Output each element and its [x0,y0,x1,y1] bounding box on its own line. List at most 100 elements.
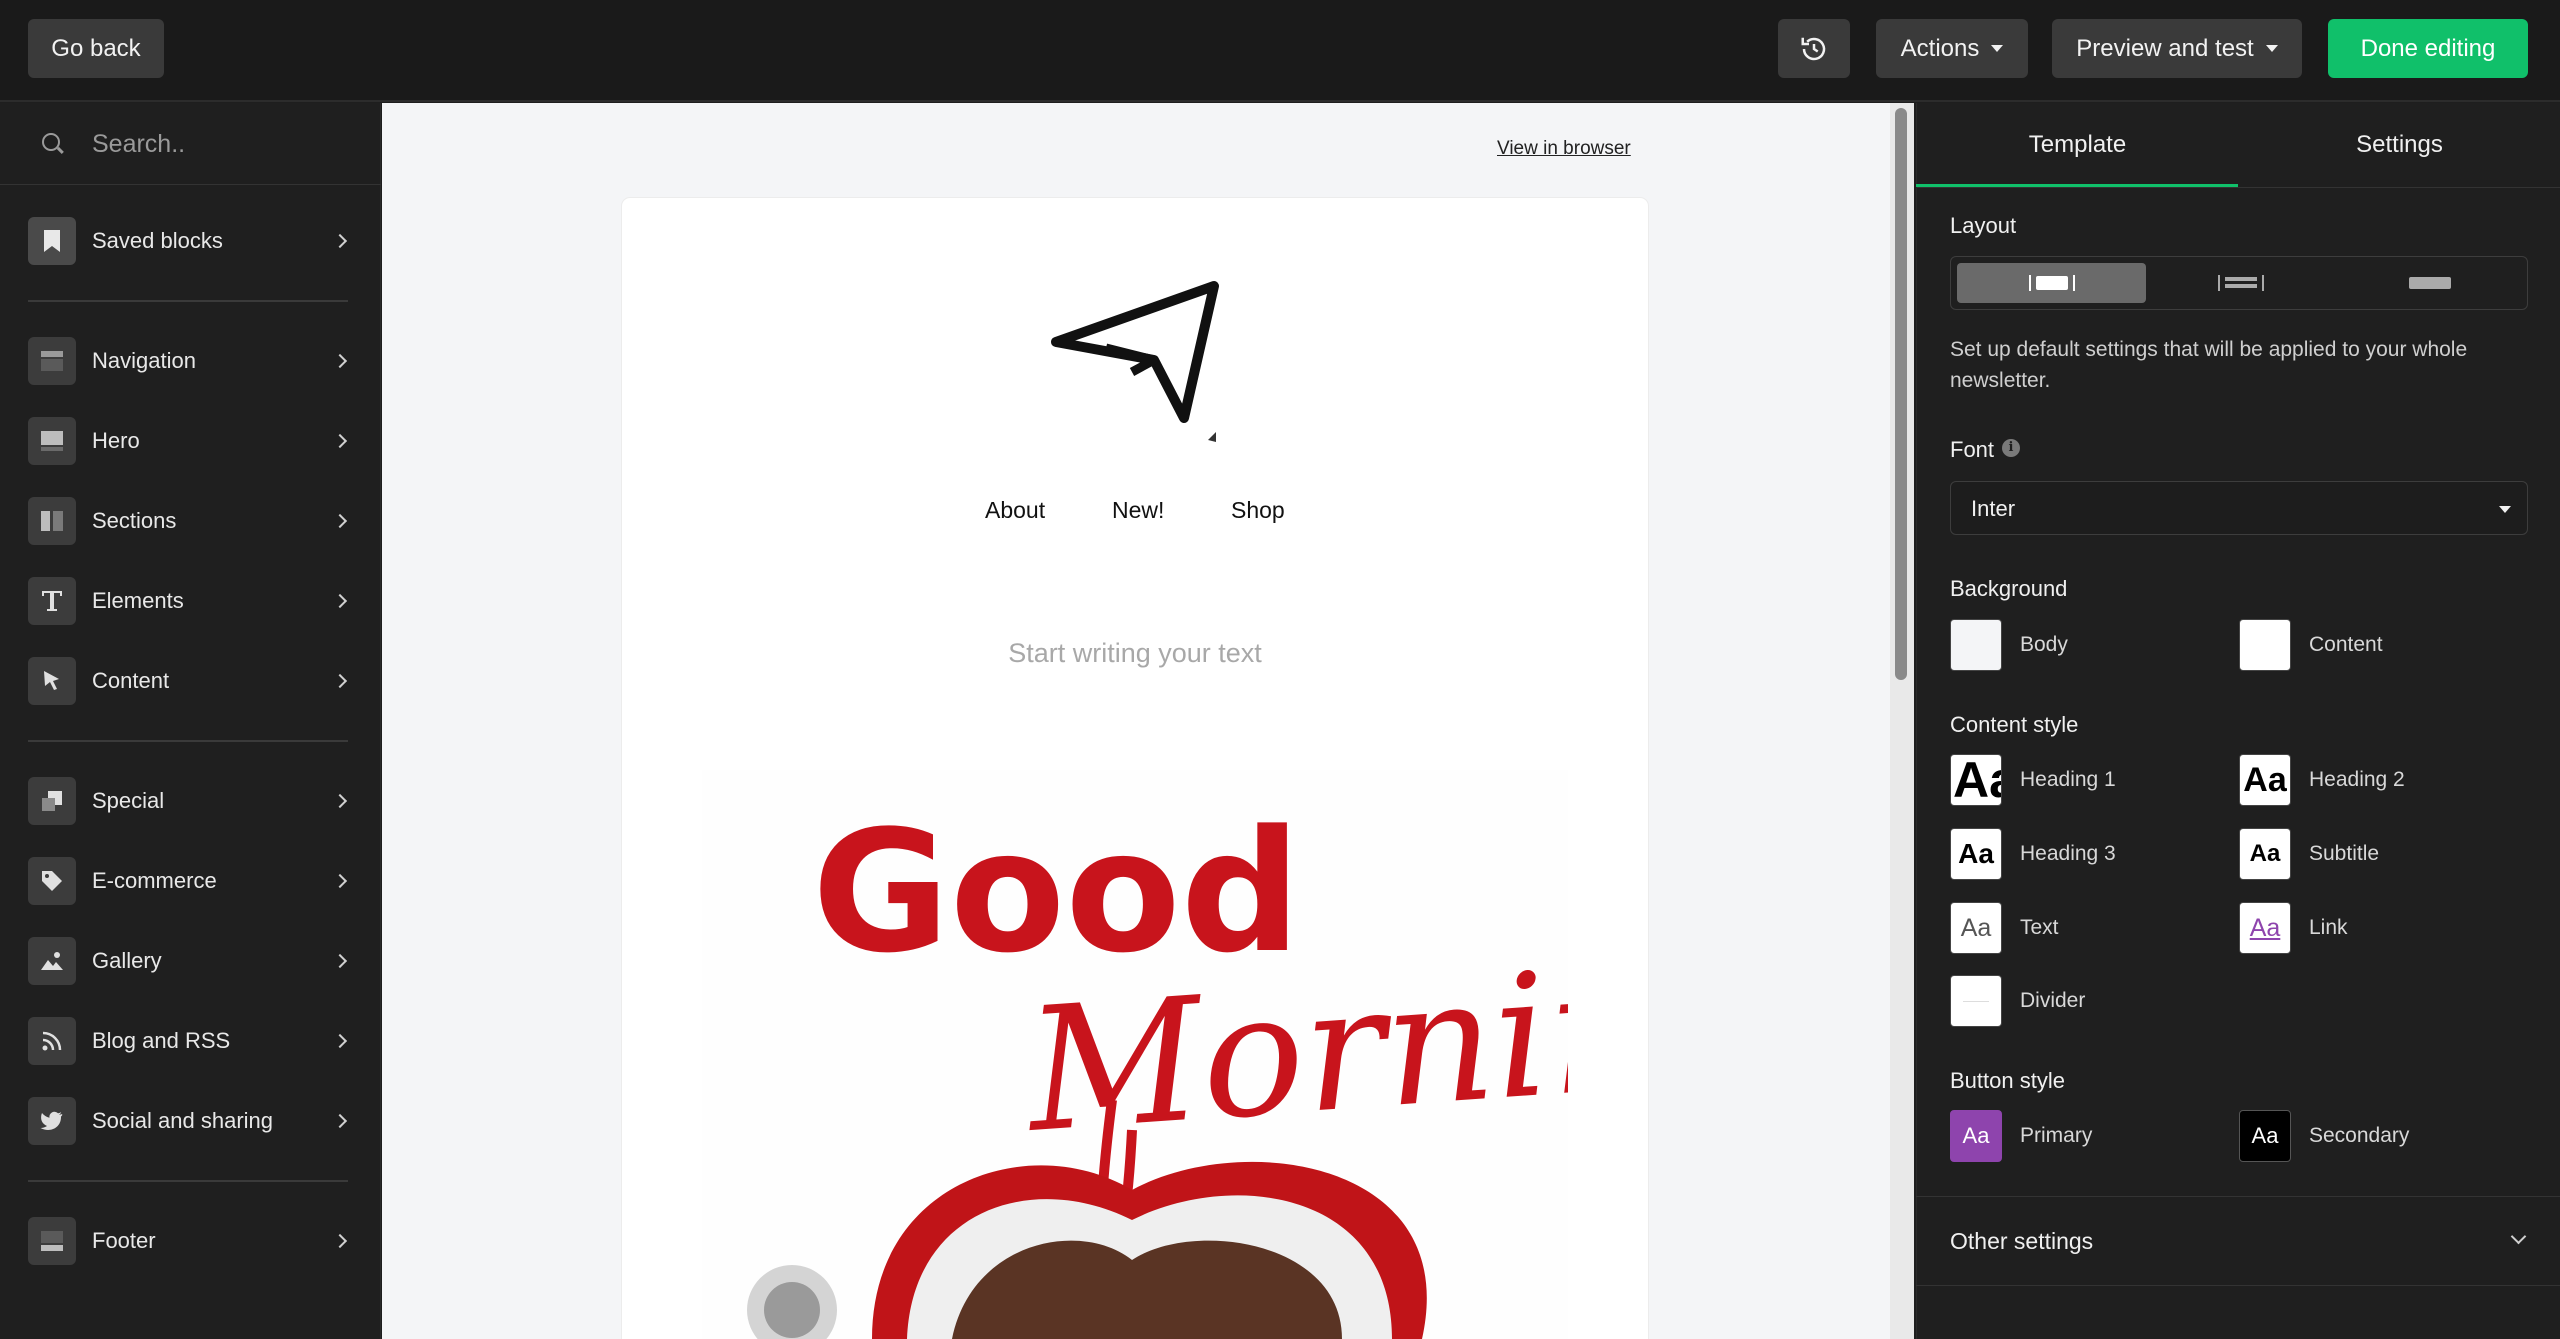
secondary-button-style-label: Secondary [2309,1124,2410,1147]
info-icon[interactable]: i [2002,439,2020,457]
cursor-arrow-icon [28,657,76,705]
nav-link-shop[interactable]: Shop [1231,497,1285,524]
search-icon [42,133,60,151]
heading-1-style-swatch[interactable]: Aa [1950,754,2002,806]
other-settings-accordion[interactable]: Other settings [1916,1196,2560,1286]
sidebar-item-label: Social and sharing [92,1108,274,1133]
background-label: Background [1950,576,2068,601]
sidebar-item-gallery[interactable]: Gallery [0,931,381,991]
sidebar-item-special[interactable]: Special [0,771,381,831]
sidebar-item-hero[interactable]: Hero [0,411,381,471]
chevron-right-icon [332,953,348,969]
layout-full-content-icon [2217,275,2264,291]
sidebar-item-label: Navigation [92,348,196,373]
sidebar-item-content[interactable]: Content [0,651,381,711]
nav-link-about[interactable]: About [985,497,1045,524]
font-select-value: Inter [1971,496,2016,521]
font-select[interactable]: Inter [1950,481,2528,535]
actions-dropdown-button[interactable]: Actions [1876,19,2028,78]
content-style-label: Content style [1950,712,2079,737]
canvas-scrollbar-thumb[interactable] [1895,108,1907,680]
done-editing-button[interactable]: Done editing [2328,19,2528,78]
history-icon [1801,37,1826,60]
subtitle-style-label: Subtitle [2309,842,2380,865]
tab-settings[interactable]: Settings [2239,103,2560,187]
top-bar: Go back Actions Preview and test Done ed… [0,0,2560,102]
sidebar-item-label: Footer [92,1228,156,1253]
chevron-right-icon [332,793,348,809]
blocks-sidebar: Saved blocks Navigation Hero Sections El… [0,103,381,1339]
nav-link-new[interactable]: New! [1112,497,1164,524]
primary-button-style-label: Primary [2020,1124,2093,1147]
sidebar-item-label: Gallery [92,948,162,973]
swatch-text: Aa [2251,1123,2279,1148]
body-background-swatch[interactable] [1950,619,2002,671]
divider-style-label: Divider [2020,989,2086,1012]
divider [28,300,348,302]
search-bar [0,103,381,185]
view-in-browser-link[interactable]: View in browser [1497,138,1631,160]
sidebar-item-sections[interactable]: Sections [0,491,381,551]
sidebar-item-navigation[interactable]: Navigation [0,331,381,391]
layout-selector [1950,256,2528,310]
tab-template[interactable]: Template [1917,103,2238,187]
text-t-icon [28,577,76,625]
sidebar-item-saved-blocks[interactable]: Saved blocks [0,211,381,271]
subtitle-style-swatch[interactable]: Aa [2239,828,2291,880]
heading-2-style-swatch[interactable]: Aa [2239,754,2291,806]
secondary-button-style-swatch[interactable]: Aa [2239,1110,2291,1162]
good-morning-illustration: Good Morning [747,794,1568,1339]
done-editing-label: Done editing [2360,34,2496,62]
divider-style-swatch[interactable] [1950,975,2002,1027]
hero-block-icon [28,417,76,465]
chevron-right-icon [332,1113,348,1129]
link-style-swatch[interactable]: Aa [2239,902,2291,954]
active-tab-indicator [1916,184,2238,187]
swatch-text: Aa [2243,760,2287,799]
caret-down-icon [2265,45,2278,52]
font-label: Font [1950,437,1995,462]
search-input[interactable] [92,123,352,165]
divider-line [1963,1000,1989,1002]
swatch-text: Aa [1958,838,1994,869]
sidebar-item-label: Hero [92,428,140,453]
layout-option-boxed[interactable] [1957,263,2146,303]
divider [28,1180,348,1182]
good-morning-hero-image[interactable]: Good Morning [702,770,1568,1339]
heading-3-style-label: Heading 3 [2020,842,2116,865]
go-back-button[interactable]: Go back [28,19,164,78]
layout-option-full-width-content[interactable] [2146,263,2335,303]
sidebar-item-social-and-sharing[interactable]: Social and sharing [0,1091,381,1151]
sidebar-item-e-commerce[interactable]: E-commerce [0,851,381,911]
sidebar-item-elements[interactable]: Elements [0,571,381,631]
heading-1-style-label: Heading 1 [2020,768,2116,791]
sidebar-item-footer[interactable]: Footer [0,1211,381,1271]
layout-option-full-width[interactable] [2335,263,2524,303]
layout-boxed-icon [2028,275,2075,291]
chevron-right-icon [332,673,348,689]
preview-and-test-button[interactable]: Preview and test [2052,19,2302,78]
twitter-bird-icon [28,1097,76,1145]
chevron-right-icon [332,233,348,249]
text-block-placeholder[interactable]: Start writing your text [622,638,1648,669]
text-style-swatch[interactable]: Aa [1950,902,2002,954]
caret-down-icon [2499,506,2511,513]
paper-plane-logo-icon[interactable] [1046,280,1226,450]
sidebar-item-blog-and-rss[interactable]: Blog and RSS [0,1011,381,1071]
sidebar-item-label: E-commerce [92,868,217,893]
layout-description: Set up default settings that will be app… [1950,338,2468,392]
primary-button-style-swatch[interactable]: Aa [1950,1110,2002,1162]
body-background-label: Body [2020,633,2068,656]
swatch-text: Aa [2249,913,2281,942]
button-style-label: Button style [1950,1068,2065,1093]
heading-3-style-swatch[interactable]: Aa [1950,828,2002,880]
layout-full-width-icon [2408,277,2451,289]
rss-icon [28,1017,76,1065]
chevron-right-icon [332,593,348,609]
sidebar-item-label: Special [92,788,165,813]
tabs-divider [1917,187,2560,188]
content-background-swatch[interactable] [2239,619,2291,671]
sections-block-icon [28,497,76,545]
history-button[interactable] [1778,19,1850,78]
sidebar-item-label: Content [92,668,170,693]
